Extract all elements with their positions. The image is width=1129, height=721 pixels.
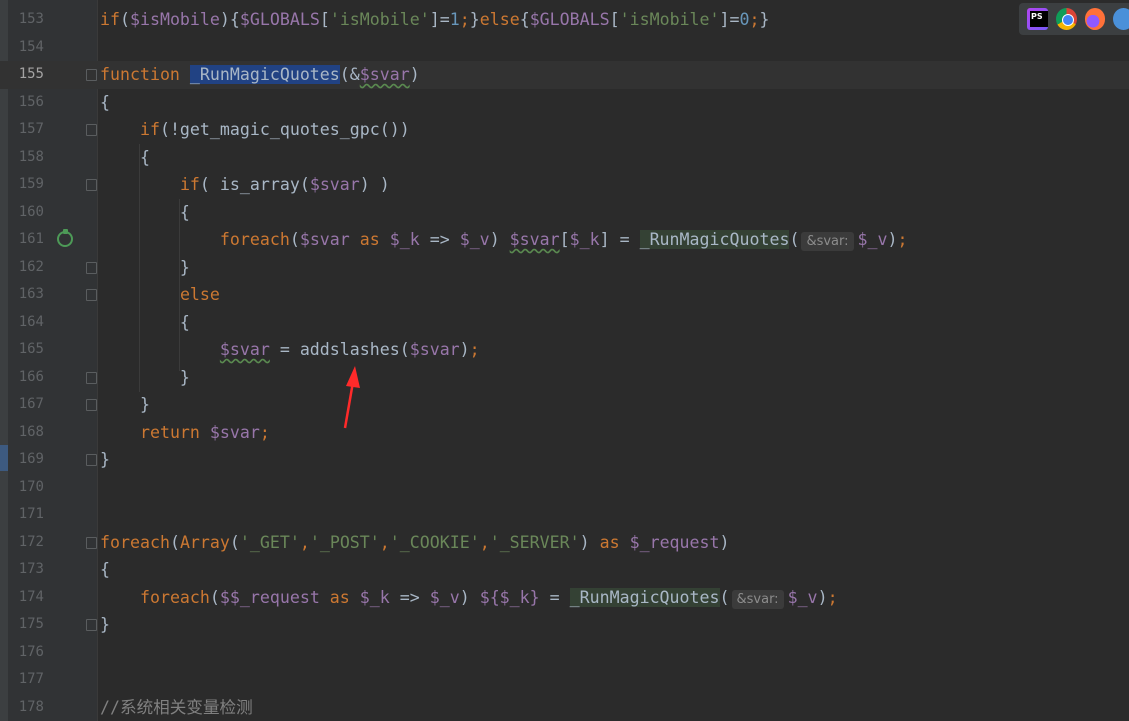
- red-arrow-annotation: [343, 366, 360, 429]
